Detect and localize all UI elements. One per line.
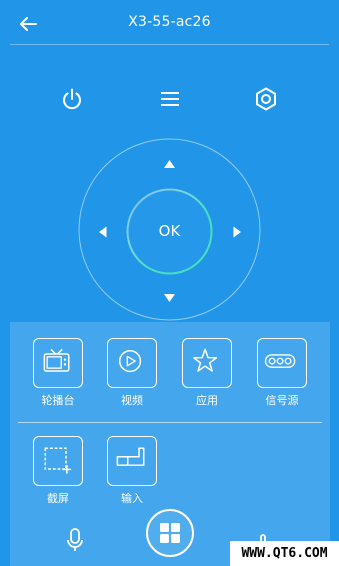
top-bar: X3-55-ac26 (0, 0, 339, 44)
down-arrow-icon[interactable] (164, 294, 175, 302)
power-icon[interactable] (59, 86, 85, 112)
star-icon (193, 348, 218, 372)
header-divider (10, 44, 329, 45)
carousel-button[interactable] (33, 338, 83, 388)
row-divider (18, 422, 322, 423)
input-label: 输入 (121, 492, 143, 505)
video-icon (118, 349, 142, 373)
menu-icon[interactable] (157, 86, 183, 112)
input-button[interactable] (107, 436, 157, 486)
home-grid-icon (160, 523, 180, 543)
signal-source-icon (264, 354, 296, 368)
apps-button[interactable] (182, 338, 232, 388)
carousel-label: 轮播台 (41, 394, 75, 407)
screenshot-label: 截屏 (47, 492, 69, 505)
screenshot-icon (44, 447, 72, 474)
settings-icon[interactable] (253, 86, 279, 112)
signal-source-label: 信号源 (265, 394, 299, 407)
microphone-icon[interactable] (65, 527, 85, 553)
device-title: X3-55-ac26 (128, 14, 211, 30)
input-icon (116, 447, 145, 466)
video-button[interactable] (107, 338, 157, 388)
ok-label: OK (158, 222, 181, 240)
signal-source-button[interactable] (257, 338, 307, 388)
screenshot-button[interactable] (33, 436, 83, 486)
tv-icon (43, 348, 70, 372)
home-button[interactable] (146, 509, 194, 557)
watermark: WWW.QT6.COM (230, 541, 339, 566)
video-label: 视频 (121, 394, 143, 407)
apps-label: 应用 (196, 394, 218, 407)
up-arrow-icon[interactable] (164, 160, 175, 168)
